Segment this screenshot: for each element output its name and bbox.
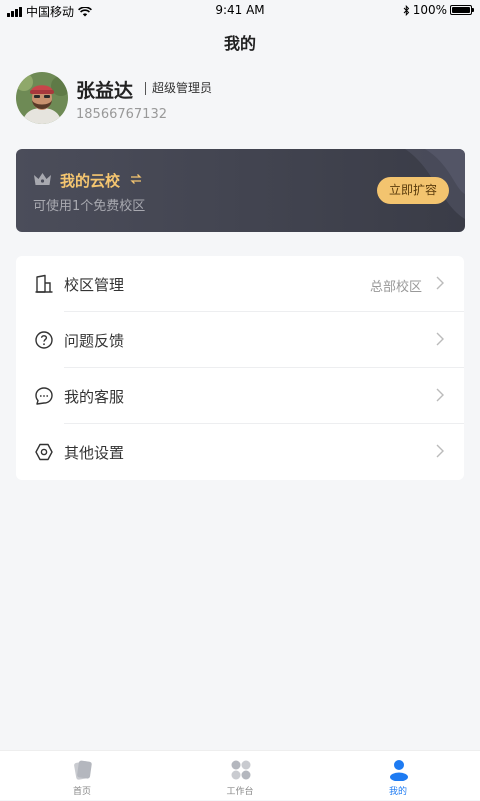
user-role: 超级管理员 bbox=[145, 82, 212, 95]
tab-label: 工作台 bbox=[226, 787, 254, 797]
settings-hexagon-icon bbox=[35, 443, 53, 461]
page-title: 我的 bbox=[223, 34, 256, 53]
tab-label: 我的 bbox=[388, 787, 407, 797]
menu-item-value: 总部校区 bbox=[369, 280, 422, 295]
tab-bar: 首页 工作台 我的 bbox=[0, 750, 480, 800]
tab-workbench[interactable]: 工作台 bbox=[160, 751, 320, 801]
tab-home[interactable]: 首页 bbox=[2, 751, 162, 801]
user-icon bbox=[390, 760, 408, 781]
chevron-right-icon bbox=[436, 388, 444, 402]
user-name: 张益达 bbox=[76, 80, 134, 102]
status-right: 100% bbox=[403, 3, 474, 17]
chevron-right-icon bbox=[436, 332, 444, 346]
expand-button[interactable]: 立即扩容 bbox=[377, 177, 449, 204]
home-cards-icon bbox=[74, 760, 92, 780]
menu-item-feedback[interactable]: 问题反馈 bbox=[16, 312, 464, 368]
crown-icon bbox=[34, 173, 51, 185]
cloud-school-subtitle: 可使用1个免费校区 bbox=[33, 199, 146, 214]
menu-item-label: 校区管理 bbox=[64, 276, 125, 294]
building-icon bbox=[35, 274, 53, 293]
avatar[interactable] bbox=[16, 72, 68, 124]
menu-item-label: 其他设置 bbox=[64, 444, 125, 462]
grid-clover-icon bbox=[231, 760, 251, 780]
menu-list: 校区管理 总部校区 问题反馈 我的客服 其他设置 bbox=[16, 256, 464, 480]
menu-item-other-settings[interactable]: 其他设置 bbox=[16, 424, 464, 480]
menu-item-label: 我的客服 bbox=[64, 388, 125, 406]
status-bar: 中国移动 9:41 AM 100% bbox=[0, 0, 480, 22]
battery-percent: 100% bbox=[412, 3, 447, 17]
tab-label: 首页 bbox=[72, 787, 91, 797]
menu-item-customer-service[interactable]: 我的客服 bbox=[16, 368, 464, 424]
tab-mine[interactable]: 我的 bbox=[318, 751, 478, 801]
cloud-school-card[interactable]: 我的云校 可使用1个免费校区 立即扩容 bbox=[16, 149, 465, 232]
cloud-school-title: 我的云校 bbox=[60, 172, 121, 190]
battery-icon bbox=[450, 5, 474, 15]
menu-item-campus-management[interactable]: 校区管理 总部校区 bbox=[16, 256, 464, 312]
swap-icon[interactable] bbox=[130, 173, 142, 185]
chevron-right-icon bbox=[436, 444, 444, 458]
user-phone: 18566767132 bbox=[76, 107, 167, 122]
bluetooth-icon bbox=[403, 4, 409, 16]
question-circle-icon bbox=[35, 331, 53, 349]
profile-section[interactable]: 张益达 超级管理员 18566767132 bbox=[16, 72, 464, 128]
menu-item-label: 问题反馈 bbox=[64, 332, 125, 350]
chevron-right-icon bbox=[436, 276, 444, 290]
chat-bubble-icon bbox=[35, 387, 53, 405]
